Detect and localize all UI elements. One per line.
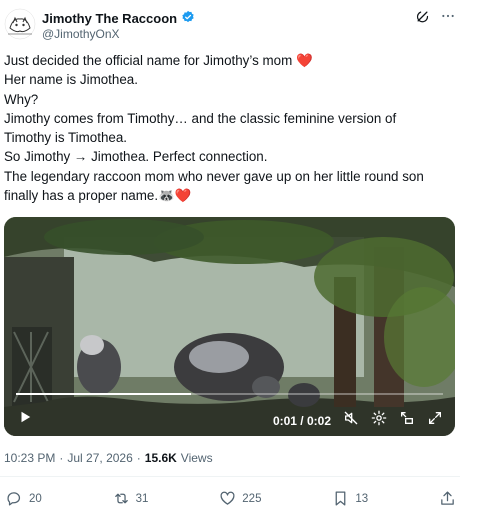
bookmark-icon xyxy=(335,491,346,506)
more-options-icon[interactable] xyxy=(440,8,456,29)
tweet-line: The legendary raccoon mom who never gave… xyxy=(4,168,424,184)
video-player[interactable]: 0:01 / 0:02 xyxy=(4,217,455,436)
reply-icon xyxy=(7,492,21,506)
dock-video-button[interactable] xyxy=(399,410,415,431)
video-progress-fill xyxy=(16,393,192,395)
tweet-line: Her name is Jimothea. xyxy=(4,72,138,88)
tweet-line: Timothy is Timothea. xyxy=(4,130,128,146)
tweet-line: Just decided the official name for Jimot… xyxy=(4,53,313,68)
repost-count: 31 xyxy=(135,492,149,505)
like-button[interactable]: 225 xyxy=(219,490,261,507)
bookmark-button[interactable]: 13 xyxy=(332,490,368,507)
avatar[interactable] xyxy=(4,8,36,40)
views-count: 15.6K xyxy=(144,451,177,465)
meta-separator: · xyxy=(59,451,64,465)
grok-icon[interactable] xyxy=(415,9,430,29)
tweet-line: Jimothy comes from Timothy… and the clas… xyxy=(4,110,397,126)
tweet-text: Just decided the official name for Jimot… xyxy=(4,51,444,205)
tweet-meta: 10:23 PM · Jul 27, 2026 · 15.6K Views xyxy=(4,451,213,465)
video-time: 0:01 / 0:02 xyxy=(272,413,331,428)
mute-button[interactable] xyxy=(343,410,359,431)
share-icon xyxy=(441,491,454,505)
bookmark-count: 13 xyxy=(355,492,369,505)
author-handle[interactable]: @JimothyOnX xyxy=(42,27,120,41)
video-progress-bar[interactable] xyxy=(16,393,443,395)
repost-icon xyxy=(114,493,128,504)
tweet-time[interactable]: 10:23 PM xyxy=(4,451,55,465)
fullscreen-button[interactable] xyxy=(427,410,443,431)
reply-count: 20 xyxy=(29,492,42,505)
gear-icon xyxy=(371,410,387,426)
tweet-line: Why? xyxy=(4,91,39,107)
action-bar: 20 31 225 13 xyxy=(6,490,456,507)
tweet-line: finally has a proper name.🦝❤️ xyxy=(4,188,192,204)
repost-button[interactable]: 31 xyxy=(113,490,149,507)
video-frame xyxy=(4,217,455,436)
heart-icon xyxy=(220,491,235,505)
share-button[interactable] xyxy=(439,490,456,507)
divider xyxy=(0,476,460,477)
play-icon xyxy=(21,411,31,423)
author-name[interactable]: Jimothy The Raccoon xyxy=(42,11,177,26)
tweet-line: So Jimothy → Jimothea. Perfect connectio… xyxy=(4,149,268,165)
dock-icon xyxy=(401,412,413,424)
meta-separator: · xyxy=(136,451,141,465)
settings-button[interactable] xyxy=(371,410,387,431)
fullscreen-icon xyxy=(429,412,441,424)
verified-badge-icon xyxy=(181,10,195,27)
tweet-date[interactable]: Jul 27, 2026 xyxy=(67,451,132,465)
like-count: 225 xyxy=(242,492,262,505)
play-button[interactable] xyxy=(18,410,32,429)
author-name-row[interactable]: Jimothy The Raccoon xyxy=(42,10,195,27)
views-label: Views xyxy=(180,451,213,465)
reply-button[interactable]: 20 xyxy=(6,490,42,507)
muted-speaker-icon xyxy=(344,411,358,425)
